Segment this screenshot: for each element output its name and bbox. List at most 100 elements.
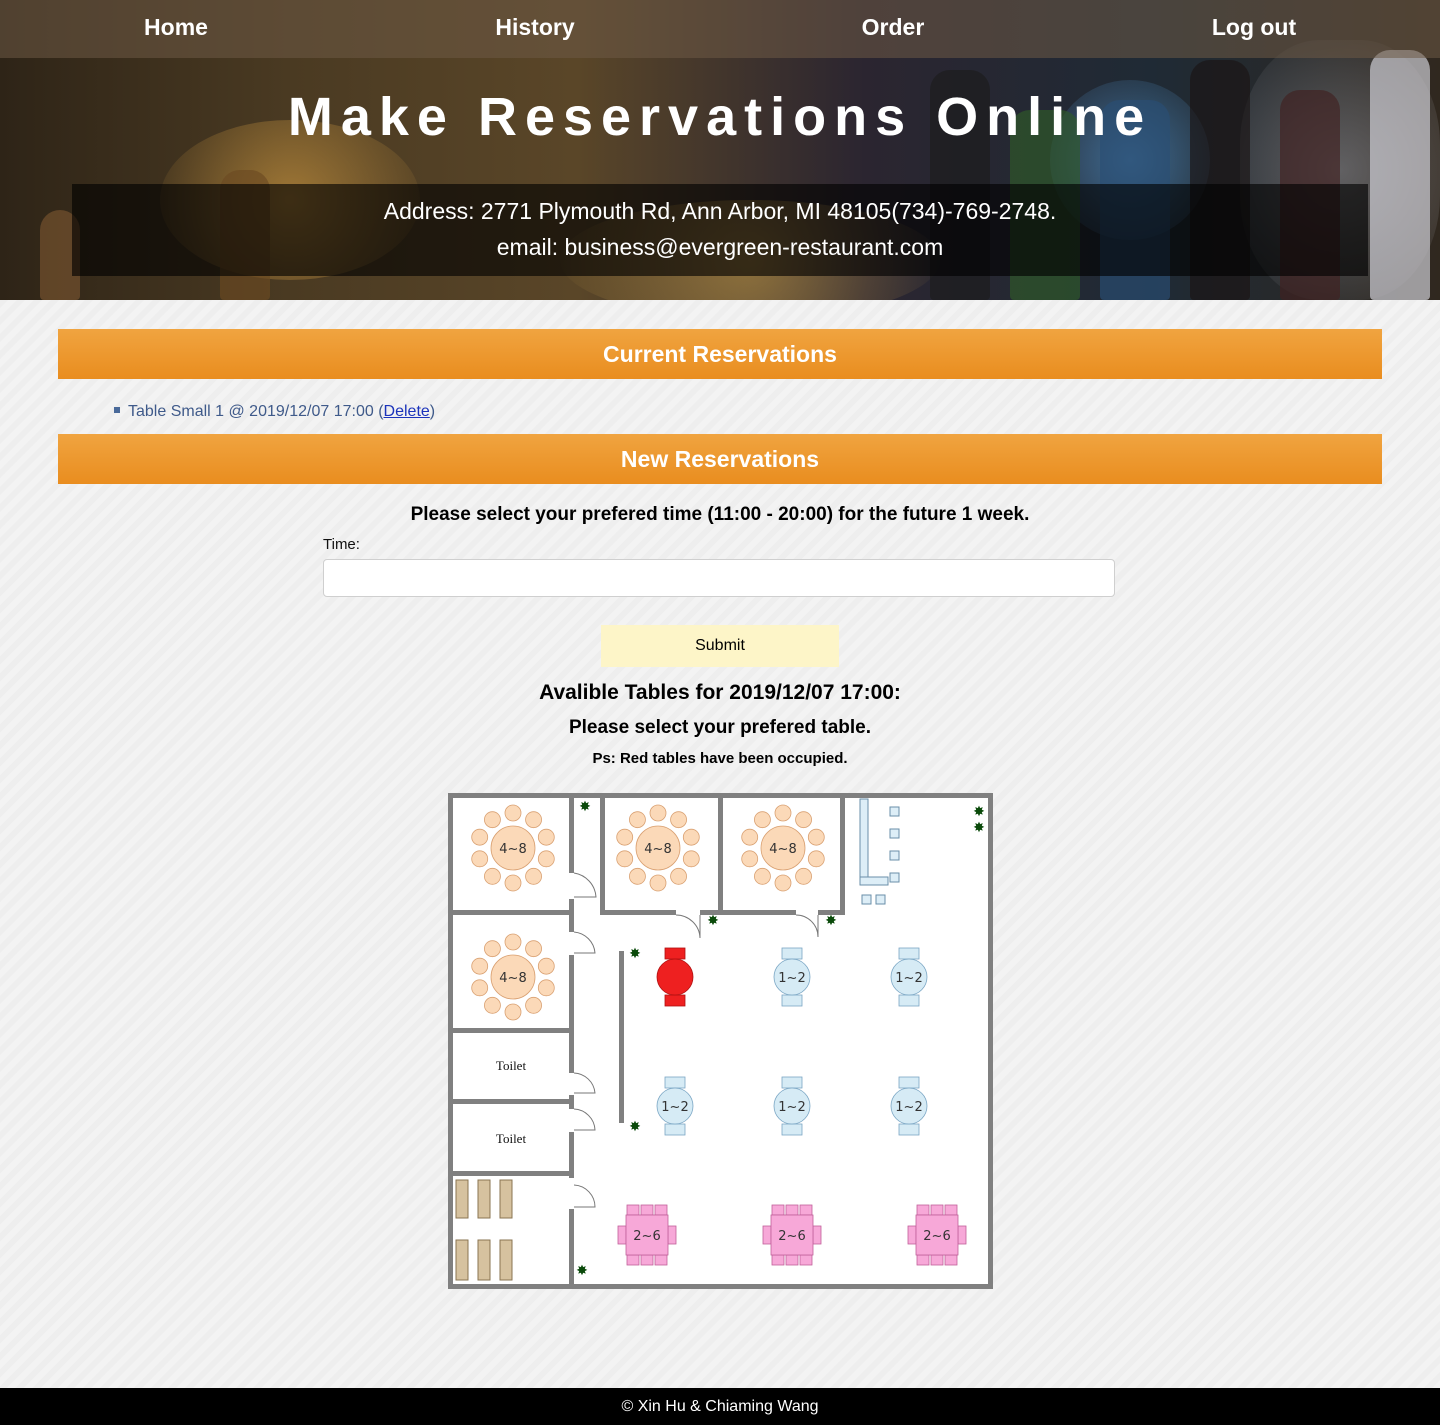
close-paren: ) xyxy=(429,403,436,420)
reservation-text: Table Small 1 @ 2019/12/07 17:00 xyxy=(128,403,374,420)
chair xyxy=(471,957,489,975)
chair xyxy=(944,1254,958,1266)
chair xyxy=(626,1204,640,1216)
chair xyxy=(664,1123,686,1136)
email-text: email: business@evergreen-restaurant.com xyxy=(496,234,944,260)
table-label: 1~2 xyxy=(661,1100,688,1115)
chair xyxy=(774,804,792,822)
table-label: 4~8 xyxy=(769,842,796,857)
chair xyxy=(795,867,812,885)
chair xyxy=(504,1003,522,1021)
chair xyxy=(741,850,759,868)
chair xyxy=(898,1076,920,1089)
chair xyxy=(754,811,771,829)
chair xyxy=(629,867,646,885)
bullet-icon xyxy=(114,406,120,413)
toilet-label: Toilet xyxy=(496,1131,527,1146)
table-label: 2~6 xyxy=(923,1229,950,1244)
medium-table[interactable]: 2~6 xyxy=(617,1204,677,1266)
chair xyxy=(799,1254,813,1266)
contact-info-box: Address: 2771 Plymouth Rd, Ann Arbor, MI… xyxy=(72,184,1368,276)
chair xyxy=(525,940,542,958)
chair xyxy=(898,947,920,960)
chair xyxy=(664,994,686,1007)
chair xyxy=(781,1123,803,1136)
chair xyxy=(898,1123,920,1136)
table-label: 2~6 xyxy=(778,1229,805,1244)
current-reservations-header: Current Reservations xyxy=(58,329,1382,379)
chair xyxy=(537,850,555,868)
table-label: 4~8 xyxy=(499,842,526,857)
chair xyxy=(664,1076,686,1089)
chair xyxy=(907,1225,917,1245)
submit-button[interactable]: Submit xyxy=(601,625,839,667)
table-label: 1~2 xyxy=(778,1100,805,1115)
hero-banner: Home History Order Log out Make Reservat… xyxy=(0,0,1440,300)
table-label: 1~2 xyxy=(895,971,922,986)
reservation-list-item: Table Small 1 @ 2019/12/07 17:00 (Delete… xyxy=(114,403,435,421)
chair xyxy=(537,957,555,975)
nav-home[interactable]: Home xyxy=(0,14,356,41)
chair xyxy=(762,1225,772,1245)
medium-table[interactable]: 2~6 xyxy=(907,1204,967,1266)
chair xyxy=(930,1204,944,1216)
chair xyxy=(916,1254,930,1266)
chair xyxy=(771,1254,785,1266)
chair xyxy=(629,811,646,829)
select-table-prompt: Please select your prefered table. xyxy=(568,717,872,738)
table-label: 1~2 xyxy=(778,971,805,986)
chair xyxy=(654,1204,668,1216)
table-label: 1~2 xyxy=(895,1100,922,1115)
chair xyxy=(649,804,667,822)
svg-text:✸: ✸ xyxy=(579,799,591,815)
nav-logout[interactable]: Log out xyxy=(1074,14,1434,41)
chair xyxy=(667,1225,677,1245)
chair xyxy=(525,996,542,1014)
time-label: Time: xyxy=(323,536,360,553)
chair xyxy=(484,940,501,958)
chair xyxy=(741,828,759,846)
nav-order[interactable]: Order xyxy=(713,14,1073,41)
chair xyxy=(484,867,501,885)
nav-history[interactable]: History xyxy=(355,14,715,41)
chair xyxy=(754,867,771,885)
chair xyxy=(807,828,825,846)
svg-text:✸: ✸ xyxy=(825,913,837,929)
chair xyxy=(484,996,501,1014)
chair xyxy=(537,828,555,846)
chair xyxy=(807,850,825,868)
chair xyxy=(640,1254,654,1266)
chair xyxy=(670,811,687,829)
available-tables-heading: Avalible Tables for 2019/12/07 17:00: xyxy=(539,681,901,704)
chair xyxy=(537,979,555,997)
chair xyxy=(812,1225,822,1245)
chair xyxy=(471,850,489,868)
chair xyxy=(649,874,667,892)
table-label: 4~8 xyxy=(644,842,671,857)
chair xyxy=(525,867,542,885)
chair xyxy=(504,933,522,951)
chair xyxy=(664,947,686,960)
chair xyxy=(781,994,803,1007)
table-top xyxy=(656,958,694,996)
chair xyxy=(916,1204,930,1216)
chair xyxy=(944,1204,958,1216)
chair xyxy=(957,1225,967,1245)
occupied-note: Ps: Red tables have been occupied. xyxy=(592,750,848,767)
chair xyxy=(504,874,522,892)
table-label: 2~6 xyxy=(633,1229,660,1244)
chair xyxy=(670,867,687,885)
delete-reservation-link[interactable]: Delete xyxy=(384,403,430,420)
chair xyxy=(654,1254,668,1266)
svg-text:✸: ✸ xyxy=(629,946,641,962)
chair xyxy=(771,1204,785,1216)
svg-text:✸: ✸ xyxy=(707,913,719,929)
toilet-label: Toilet xyxy=(496,1058,527,1073)
time-input[interactable] xyxy=(323,559,1115,597)
medium-table[interactable]: 2~6 xyxy=(762,1204,822,1266)
chair xyxy=(795,811,812,829)
svg-text:✸: ✸ xyxy=(973,804,985,820)
chair xyxy=(616,828,634,846)
chair xyxy=(471,828,489,846)
time-instruction: Please select your prefered time (11:00 … xyxy=(410,504,1030,525)
